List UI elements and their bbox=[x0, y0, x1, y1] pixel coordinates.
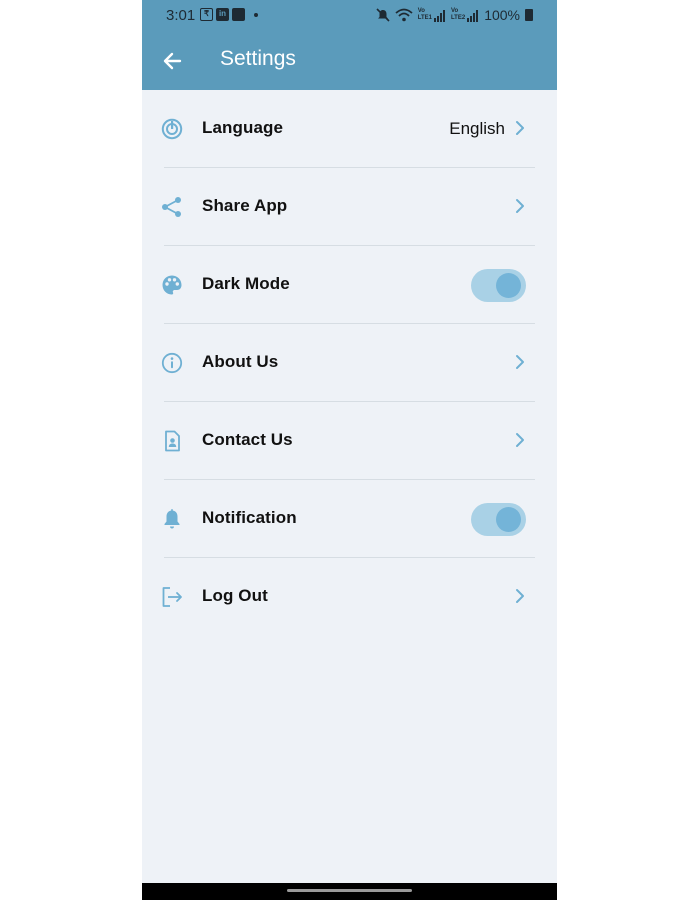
phone-screen: 3:01 ₹ in Vo LTE1 Vo LTE2 100% Settings … bbox=[142, 0, 557, 900]
linkedin-icon: in bbox=[216, 8, 229, 21]
bell-icon bbox=[164, 509, 180, 529]
share-icon bbox=[162, 197, 181, 217]
settings-item-contact-us[interactable]: Contact Us bbox=[142, 402, 557, 480]
wifi-icon bbox=[395, 8, 413, 22]
status-bar: 3:01 ₹ in Vo LTE1 Vo LTE2 100% bbox=[142, 0, 557, 32]
dark-mode-toggle[interactable] bbox=[471, 269, 526, 302]
lte2-label: LTE2 bbox=[450, 15, 466, 21]
briefcase-icon bbox=[232, 8, 245, 21]
settings-item-label: Notification bbox=[202, 508, 297, 527]
settings-item-log-out[interactable]: Log Out bbox=[142, 558, 557, 636]
settings-item-about-us[interactable]: About Us bbox=[142, 324, 557, 402]
lte2-signal-icon: Vo LTE2 bbox=[451, 8, 479, 22]
mute-icon bbox=[376, 8, 390, 22]
chevron-right-icon bbox=[516, 199, 524, 213]
settings-item-notification: Notification bbox=[142, 480, 557, 558]
contact-icon bbox=[165, 430, 180, 452]
dot-icon bbox=[254, 12, 258, 17]
page-title: Settings bbox=[220, 47, 296, 70]
app-bar: Settings bbox=[142, 32, 557, 90]
settings-item-language[interactable]: Language English bbox=[142, 90, 557, 168]
lte1-label: LTE1 bbox=[417, 15, 432, 21]
settings-item-dark-mode: Dark Mode bbox=[142, 246, 557, 324]
settings-item-share-app[interactable]: Share App bbox=[142, 168, 557, 246]
battery-icon bbox=[525, 9, 533, 21]
notification-toggle[interactable] bbox=[471, 503, 526, 536]
system-nav-bar bbox=[142, 883, 557, 900]
status-right-icons: Vo LTE1 Vo LTE2 100% bbox=[376, 7, 533, 23]
lte1-signal-icon: Vo LTE1 bbox=[418, 8, 446, 22]
settings-list: Language English Share App Dark Mode Abo… bbox=[142, 90, 557, 636]
chevron-right-icon bbox=[516, 355, 524, 369]
settings-item-label: Log Out bbox=[202, 586, 268, 605]
battery-percent: 100% bbox=[484, 7, 520, 23]
palette-icon bbox=[162, 275, 182, 295]
chevron-right-icon bbox=[516, 589, 524, 603]
language-icon bbox=[161, 118, 183, 140]
home-indicator[interactable] bbox=[287, 889, 412, 892]
rupee-icon: ₹ bbox=[200, 8, 213, 21]
settings-item-label: About Us bbox=[202, 352, 279, 371]
arrow-left-icon[interactable] bbox=[160, 48, 186, 74]
settings-item-label: Language bbox=[202, 118, 284, 137]
toggle-knob bbox=[496, 273, 521, 298]
chevron-right-icon bbox=[516, 121, 524, 135]
settings-item-label: Contact Us bbox=[202, 430, 293, 449]
settings-item-label: Share App bbox=[202, 196, 288, 215]
settings-item-label: Dark Mode bbox=[202, 274, 290, 293]
volte2-label: Vo bbox=[450, 8, 459, 14]
volte1-label: Vo bbox=[417, 8, 425, 14]
language-value: English bbox=[449, 119, 505, 138]
info-icon bbox=[161, 352, 183, 374]
status-time: 3:01 bbox=[166, 7, 196, 24]
logout-icon bbox=[162, 587, 182, 607]
chevron-right-icon bbox=[516, 433, 524, 447]
toggle-knob bbox=[496, 507, 521, 532]
status-left-icons: ₹ in bbox=[200, 8, 258, 21]
